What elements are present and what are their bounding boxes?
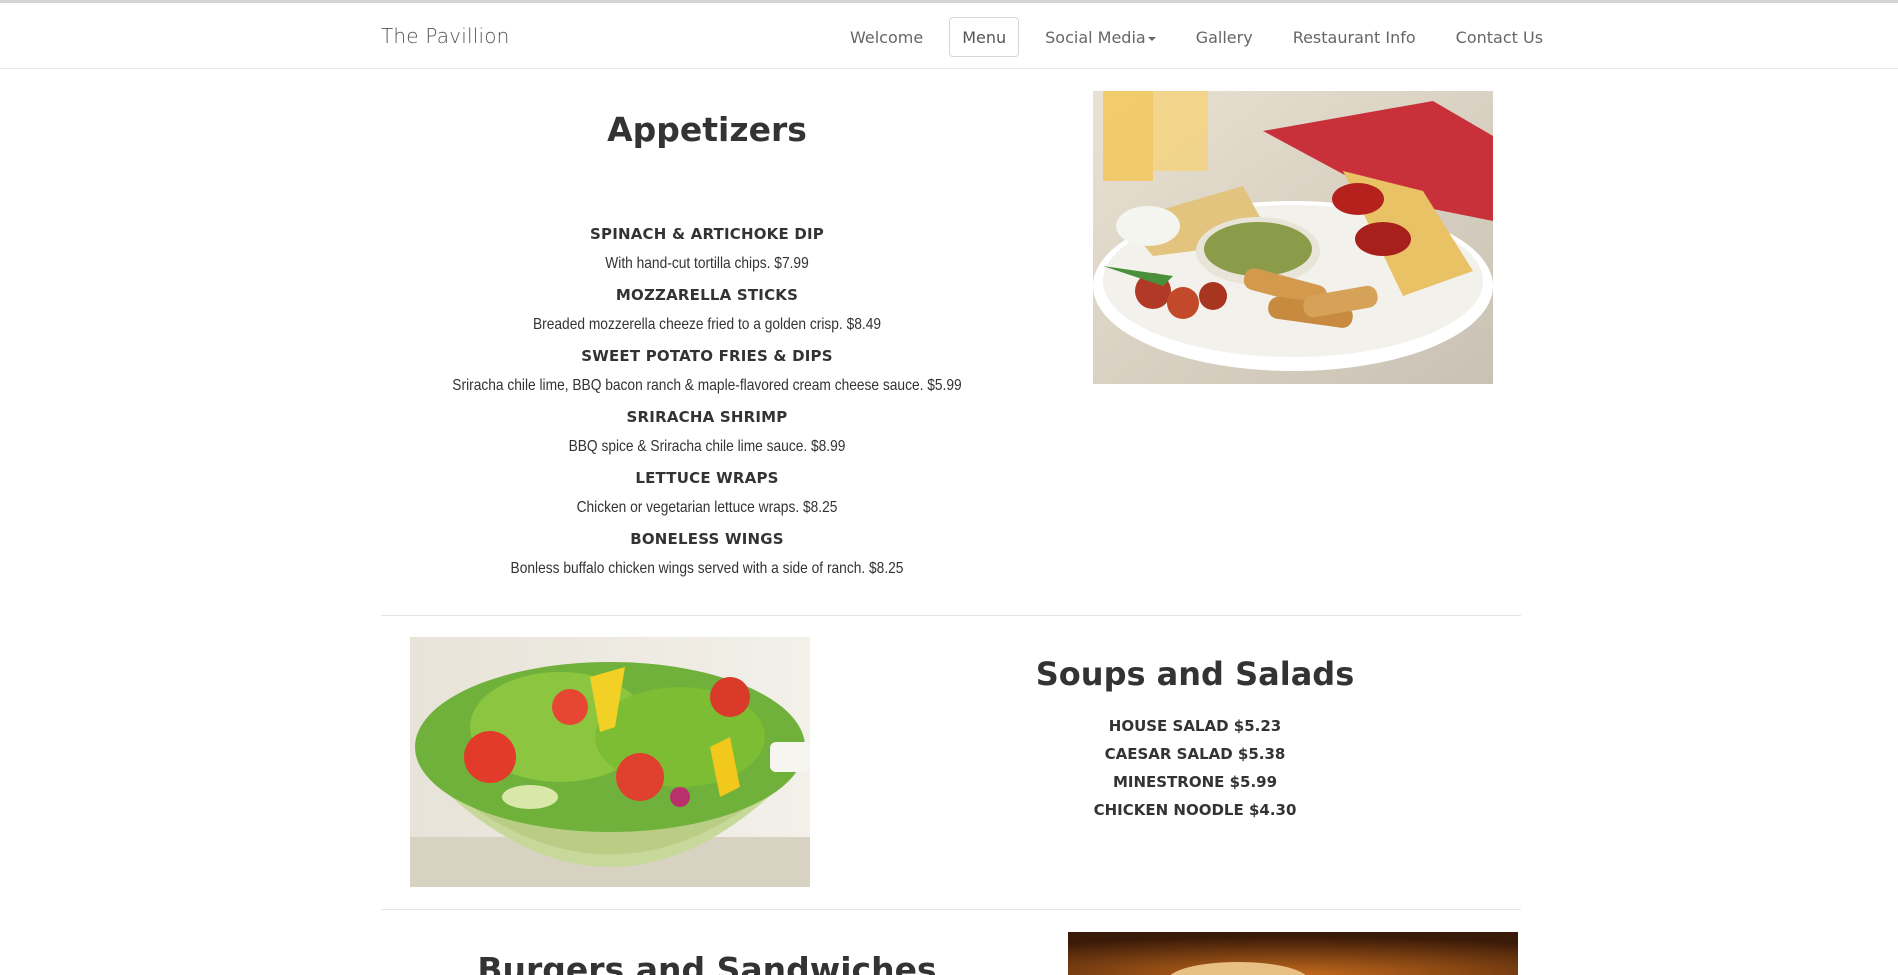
- menu-item: CHICKEN NOODLE $4.30: [1093, 801, 1297, 819]
- menu-item-name: MOZZARELLA STICKS: [615, 286, 799, 304]
- menu-item-name: BONELESS WINGS: [630, 530, 784, 548]
- nav-menu-active[interactable]: Menu: [949, 17, 1020, 57]
- menu-item-desc: BBQ spice & Sriracha chile lime sauce. $…: [568, 438, 846, 455]
- soups-salads-heading: Soups and Salads: [1035, 655, 1355, 693]
- nav-menu: Welcome Menu Social Media Gallery Restau…: [830, 17, 1563, 57]
- nav-gallery[interactable]: Gallery: [1176, 17, 1273, 57]
- appetizer-platter-image: [1093, 91, 1493, 384]
- section-divider: [381, 909, 1521, 910]
- menu-item-desc: Sriracha chile lime, BBQ bacon ranch & m…: [452, 377, 962, 394]
- menu-item-name: LETTUCE WRAPS: [635, 469, 779, 487]
- menu-item: HOUSE SALAD $5.23: [1108, 717, 1282, 735]
- appetizers-heading: Appetizers: [607, 110, 807, 149]
- burger-image: [1068, 932, 1518, 975]
- nav-contact-us[interactable]: Contact Us: [1436, 17, 1563, 57]
- menu-item-desc: Chicken or vegetarian lettuce wraps. $8.…: [576, 499, 838, 516]
- menu-item-desc: Bonless buffalo chicken wings served wit…: [510, 560, 904, 577]
- nav-social-media-label: Social Media: [1045, 28, 1146, 47]
- menu-item-name: SPINACH & ARTICHOKE DIP: [590, 225, 824, 243]
- caret-down-icon: [1147, 36, 1156, 41]
- nav-social-media-dropdown[interactable]: Social Media: [1025, 17, 1176, 57]
- section-divider: [381, 615, 1521, 616]
- menu-item-desc: With hand-cut tortilla chips. $7.99: [605, 255, 809, 272]
- menu-item-name: SRIRACHA SHRIMP: [626, 408, 788, 426]
- menu-item: CAESAR SALAD $5.38: [1104, 745, 1286, 763]
- nav-welcome[interactable]: Welcome: [830, 17, 943, 57]
- brand-link[interactable]: The Pavillion: [381, 24, 510, 48]
- nav-restaurant-info[interactable]: Restaurant Info: [1273, 17, 1436, 57]
- menu-item-desc: Breaded mozzerella cheeze fried to a gol…: [532, 316, 882, 333]
- burgers-sandwiches-heading: Burgers and Sandwiches: [477, 950, 937, 975]
- menu-item-name: SWEET POTATO FRIES & DIPS: [581, 347, 833, 365]
- navbar: The Pavillion Welcome Menu Social Media …: [0, 3, 1898, 69]
- menu-item: MINESTRONE $5.99: [1112, 773, 1278, 791]
- salad-bowl-image: [410, 637, 810, 887]
